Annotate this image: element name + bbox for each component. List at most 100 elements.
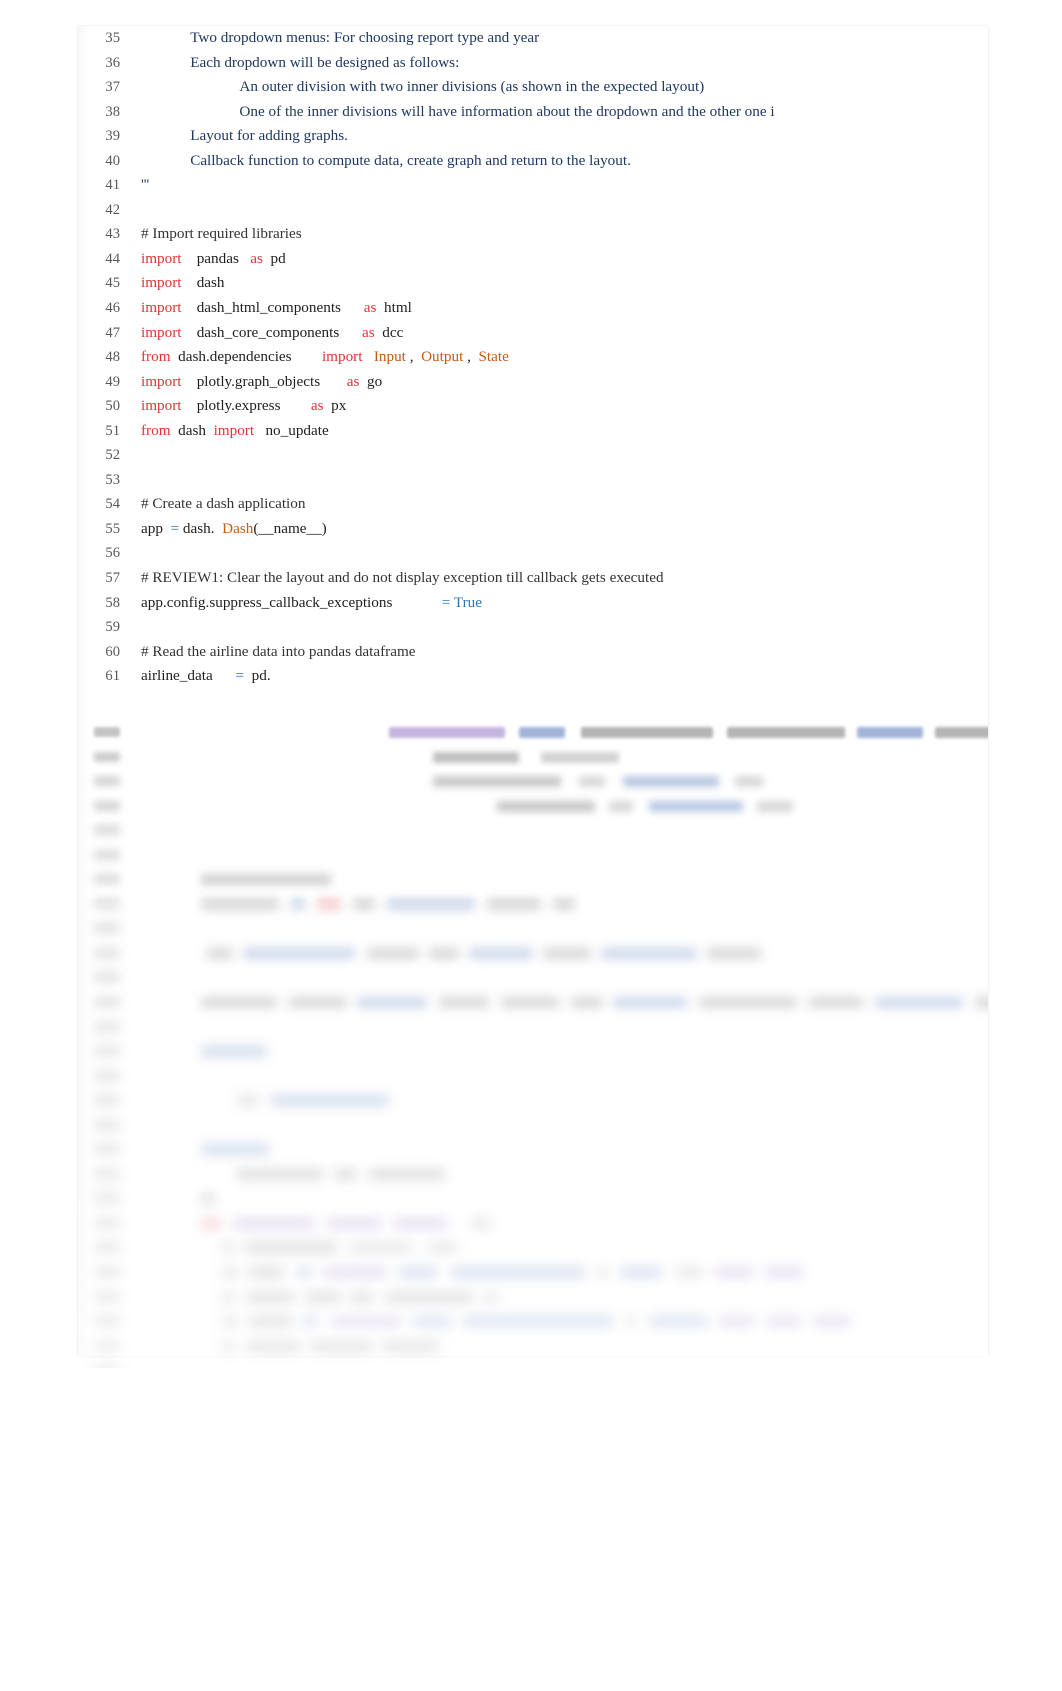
blurred-code-token [393,1217,447,1229]
code-line[interactable]: 40 Callback function to compute data, cre… [78,149,988,174]
blurred-code-line [78,1309,988,1334]
code-line[interactable]: 39 Layout for adding graphs. [78,124,988,149]
blur-fade-overlay [78,720,988,1368]
code-token: True [453,593,482,611]
code-line-text[interactable]: An outer division with two inner divisio… [239,75,704,100]
blurred-line-number [94,776,120,787]
blurred-code-token [399,1267,437,1279]
code-line[interactable]: 55 app = dash. Dash(__name__) [78,517,988,542]
code-line-text[interactable]: import plotly.express as px [141,394,346,419]
code-line[interactable]: 51 from dash import no_update [78,419,988,444]
code-token: # REVIEW1: Clear the layout and do not d… [141,569,664,587]
code-token: plotly.express [196,397,281,415]
blurred-code-token [487,902,541,910]
blurred-code-line [78,1088,988,1113]
code-line-text[interactable]: import pandas as pd [141,247,286,272]
blurred-code-line [78,1137,988,1162]
blur-band-6 [78,1022,988,1172]
blurred-code-line [78,720,988,745]
code-line[interactable]: 54 # Create a dash application [78,492,988,517]
code-line[interactable]: 38 One of the inner divisions will have i… [78,100,988,125]
code-token: px [331,397,347,415]
line-number: 50 [105,398,120,415]
code-line-text[interactable]: import plotly.graph_objects as go [141,370,382,395]
code-line-text[interactable]: Two dropdown menus: For choosing report … [190,26,539,51]
code-line[interactable]: 50 import plotly.express as px [78,394,988,419]
code-line-text[interactable]: app = dash. Dash(__name__) [141,517,327,542]
code-line[interactable]: 57 # REVIEW1: Clear the layout and do not… [78,566,988,591]
code-line-text[interactable]: ''' [141,173,149,198]
code-line[interactable]: 43 # Import required libraries [78,222,988,247]
code-line-text[interactable]: # REVIEW1: Clear the layout and do not d… [141,566,664,591]
blurred-line-number [94,1095,120,1106]
line-number: 53 [105,471,120,488]
code-line-text[interactable]: Callback function to compute data, creat… [190,149,631,174]
code-line[interactable]: 59 [78,615,988,640]
code-line-text[interactable]: Each dropdown will be designed as follow… [190,51,459,76]
code-line-text[interactable]: # Create a dash application [141,492,305,517]
code-line[interactable]: 42 [78,198,988,223]
code-line[interactable]: 56 [78,541,988,566]
code-line[interactable]: 48 from dash.dependencies import Input , … [78,345,988,370]
code-line[interactable]: 61 airline_data = pd. [78,664,988,689]
code-line[interactable]: 37 An outer division with two inner divis… [78,75,988,100]
code-line[interactable]: 58 app.config.suppress_callback_exception… [78,591,988,616]
code-line[interactable]: 60 # Read the airline data into pandas da… [78,640,988,665]
code-line-text[interactable]: One of the inner divisions will have inf… [239,100,774,125]
code-line-text[interactable]: app.config.suppress_callback_exceptions … [141,591,482,616]
blurred-code-token [433,751,519,763]
code-line[interactable]: 49 import plotly.graph_objects as go [78,370,988,395]
blurred-code-token [367,947,419,959]
code-token: from [141,348,171,366]
code-line-text[interactable]: # Import required libraries [141,222,302,247]
blurred-code-token [327,1217,381,1229]
line-number: 37 [105,79,120,96]
code-token: One of the inner divisions will have inf… [239,102,775,120]
code-line[interactable]: 36 Each dropdown will be designed as foll… [78,51,988,76]
code-line-text[interactable]: import dash_html_components as html [141,296,412,321]
code-line-text[interactable]: from dash import no_update [141,419,329,444]
code-line-text[interactable]: Layout for adding graphs. [190,124,348,149]
code-line[interactable]: 52 [78,443,988,468]
blurred-code-line [78,1235,988,1260]
code-line[interactable]: 35 Two dropdown menus: For choosing repor… [78,26,988,51]
line-number: 39 [105,128,120,145]
blurred-code-token [305,1291,341,1303]
code-line-text[interactable]: import dash [141,271,225,296]
blurred-code-token [581,727,713,738]
blurred-code-token [571,997,603,1009]
code-token: no_update [265,421,329,439]
blurred-code-token [597,1267,609,1279]
blurred-code-token [303,1316,317,1328]
code-line-text[interactable]: airline_data = pd. [141,664,271,689]
code-line[interactable]: 44 import pandas as pd [78,247,988,272]
code-line[interactable]: 45 import dash [78,271,988,296]
blurred-code-token [389,727,505,738]
blurred-code-token [249,1267,283,1279]
code-token: An outer division with two inner divisio… [239,78,705,96]
blurred-code-token [349,1242,413,1254]
code-listing[interactable]: 35 Two dropdown menus: For choosing repor… [78,26,988,689]
blurred-code-token [201,874,331,886]
code-line-text[interactable]: from dash.dependencies import Input , Ou… [141,345,509,370]
code-line[interactable]: 41 ''' [78,173,988,198]
blurred-code-line [78,1022,988,1039]
line-number: 61 [105,668,120,685]
code-token: dash [196,274,225,292]
code-line-text[interactable]: import dash_core_components as dcc [141,321,403,346]
blurred-code-token [875,997,963,1009]
blurred-code-token [311,1340,373,1352]
code-line-text[interactable]: # Read the airline data into pandas data… [141,640,416,665]
code-line[interactable]: 47 import dash_core_components as dcc [78,321,988,346]
code-line[interactable]: 46 import dash_html_components as html [78,296,988,321]
code-token: dash.dependencies [178,348,292,366]
blurred-code-token [201,1193,215,1205]
blurred-code-line [78,916,988,941]
blurred-code-token [471,1217,491,1229]
code-line[interactable]: 53 [78,468,988,493]
